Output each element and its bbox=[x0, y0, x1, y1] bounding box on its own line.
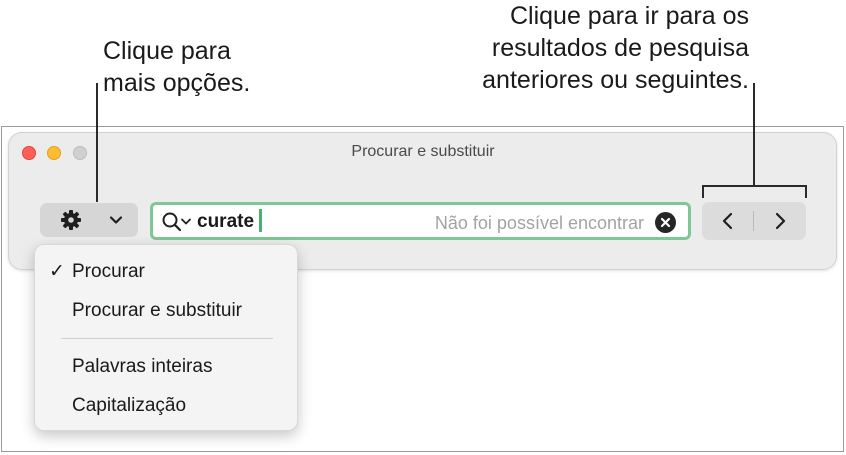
magnifier-icon[interactable] bbox=[161, 211, 193, 233]
menu-item-capitalizacao[interactable]: Capitalização bbox=[35, 390, 297, 422]
callout-line: resultados de pesquisa bbox=[491, 34, 749, 62]
chevron-right-icon bbox=[775, 212, 786, 230]
options-leader-line bbox=[96, 83, 98, 202]
gear-icon bbox=[61, 210, 81, 230]
menu-item-label: Procurar bbox=[72, 261, 145, 282]
window-title: Procurar e substituir bbox=[351, 143, 495, 160]
options-button[interactable] bbox=[40, 203, 138, 237]
chevron-down-icon bbox=[109, 216, 123, 224]
next-result-button[interactable] bbox=[754, 202, 806, 240]
options-menu: ✓ Procurar Procurar e substituir Palavra… bbox=[34, 244, 298, 431]
options-callout: Clique para mais opções. bbox=[103, 35, 250, 99]
callout-line: anteriores ou seguintes. bbox=[482, 66, 749, 94]
search-input[interactable]: curate bbox=[197, 211, 254, 233]
navigation-leader-line bbox=[753, 83, 755, 187]
result-navigation bbox=[702, 202, 806, 240]
x-icon bbox=[660, 217, 671, 228]
checkmark-icon: ✓ bbox=[49, 261, 65, 282]
chevron-left-icon bbox=[722, 212, 733, 230]
search-status: Não foi possível encontrar bbox=[434, 213, 644, 233]
callout-line: mais opções. bbox=[103, 69, 251, 97]
menu-item-label: Capitalização bbox=[72, 395, 187, 416]
previous-result-button[interactable] bbox=[702, 202, 754, 240]
menu-item-palavras-inteiras[interactable]: Palavras inteiras bbox=[35, 351, 297, 383]
menu-item-label: Procurar e substituir bbox=[72, 300, 243, 321]
menu-item-procurar[interactable]: ✓ Procurar bbox=[35, 256, 297, 288]
menu-item-procurar-e-substituir[interactable]: Procurar e substituir bbox=[35, 295, 297, 327]
navigation-callout: Clique para ir para os resultados de pes… bbox=[482, 0, 749, 96]
callout-line: Clique para bbox=[103, 37, 231, 65]
navigation-bracket-left-tick bbox=[702, 185, 704, 198]
text-cursor bbox=[259, 209, 262, 232]
navigation-bracket bbox=[702, 185, 807, 187]
callout-line: Clique para ir para os bbox=[509, 2, 749, 30]
search-field[interactable]: curate Não foi possível encontrar bbox=[150, 202, 691, 240]
clear-search-icon[interactable] bbox=[655, 212, 676, 233]
menu-item-label: Palavras inteiras bbox=[72, 356, 213, 377]
menu-separator bbox=[61, 338, 273, 339]
navigation-bracket-right-tick bbox=[805, 185, 807, 198]
